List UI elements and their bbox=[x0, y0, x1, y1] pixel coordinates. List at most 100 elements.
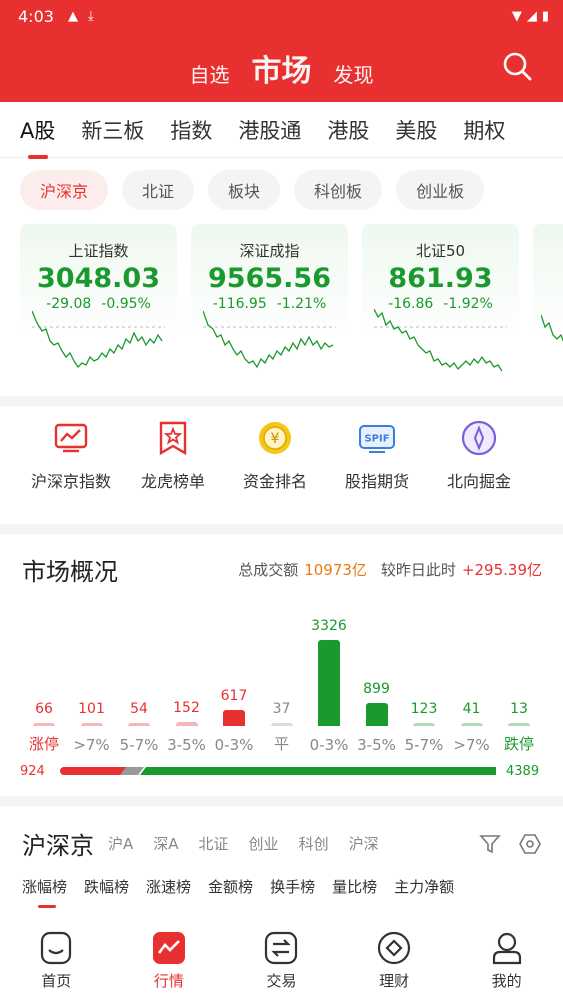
distribution-label: 5-7% bbox=[119, 736, 159, 754]
index-card-partial[interactable] bbox=[533, 224, 563, 387]
wifi-icon: ▼ bbox=[511, 8, 522, 24]
trade-icon bbox=[265, 931, 298, 965]
compare-label: 较昨日此时 bbox=[380, 561, 456, 579]
quick-link-label: 沪深京指数 bbox=[30, 472, 111, 491]
spif-icon: SPIF bbox=[359, 425, 395, 453]
list-tab-hs[interactable]: 沪深 bbox=[349, 833, 379, 854]
distribution-label: 跌停 bbox=[503, 735, 534, 753]
profile-icon bbox=[492, 932, 521, 965]
chip-hsj[interactable]: 沪深京 bbox=[20, 170, 109, 210]
chip-chinext[interactable]: 创业板 bbox=[396, 170, 485, 210]
nav-label: 行情 bbox=[153, 972, 184, 990]
tab-discover[interactable]: 发现 bbox=[334, 59, 374, 90]
chip-sector[interactable]: 板块 bbox=[208, 170, 281, 210]
quick-link-label: 北向掘金 bbox=[446, 472, 511, 491]
quick-links: 沪深京指数 龙虎榜单 ¥ 资金排名 SPIF 股指期货 北向掘金 bbox=[20, 420, 530, 492]
distribution-value: 899 bbox=[363, 681, 390, 697]
divider bbox=[0, 396, 563, 406]
app-header: 4:03 ▲ ⤓ ▼ ◢ ▮ 自选 市场 发现 bbox=[0, 0, 563, 102]
down-count: 4389 bbox=[506, 763, 540, 779]
distribution-bar bbox=[460, 723, 483, 726]
nav-market[interactable]: 行情 bbox=[113, 920, 226, 1000]
index-card-bse50[interactable]: 北证50 861.93 -16.86 -1.92% bbox=[362, 224, 519, 387]
rank-tab-gainers[interactable]: 涨幅榜 bbox=[22, 876, 67, 908]
distribution-bar-group: 617 0-3% bbox=[214, 688, 254, 754]
distribution-value: 41 bbox=[462, 701, 481, 717]
distribution-value: 617 bbox=[220, 688, 248, 704]
tab-hk-connect[interactable]: 港股通 bbox=[238, 115, 301, 145]
rank-tab-volume-ratio[interactable]: 量比榜 bbox=[332, 876, 377, 897]
chip-star[interactable]: 科创板 bbox=[294, 170, 383, 210]
sparkline bbox=[541, 314, 563, 342]
index-name: 深证成指 bbox=[239, 242, 300, 260]
up-count: 924 bbox=[20, 763, 45, 779]
nav-wealth[interactable]: 理财 bbox=[338, 920, 451, 1000]
tab-a-share[interactable]: A股 bbox=[20, 115, 55, 159]
distribution-bar bbox=[175, 722, 198, 726]
nav-home[interactable]: 首页 bbox=[0, 920, 113, 1000]
nav-label: 我的 bbox=[491, 972, 522, 990]
tab-watchlist[interactable]: 自选 bbox=[190, 59, 230, 90]
download-icon: ⤓ bbox=[87, 8, 94, 24]
market-icon bbox=[152, 932, 185, 964]
tab-neeq[interactable]: 新三板 bbox=[81, 115, 144, 145]
distribution-bar bbox=[413, 723, 435, 726]
quick-link-northbound[interactable]: 北向掘金 bbox=[428, 420, 530, 492]
quick-link-futures[interactable]: SPIF 股指期货 bbox=[326, 420, 428, 492]
index-card-sz[interactable]: 深证成指 9565.56 -116.95 -1.21% bbox=[191, 224, 348, 387]
chip-bse[interactable]: 北证 bbox=[122, 170, 195, 210]
rank-tab-turnover[interactable]: 换手榜 bbox=[270, 876, 315, 897]
distribution-label: 涨停 bbox=[28, 735, 59, 753]
divider bbox=[0, 524, 563, 534]
rank-tab-amount[interactable]: 金额榜 bbox=[208, 876, 253, 897]
distribution-bar-group: 152 3-5% bbox=[167, 700, 207, 754]
compare-value: +295.39亿 bbox=[461, 561, 542, 579]
distribution-bar bbox=[318, 640, 340, 726]
quick-link-index[interactable]: 沪深京指数 bbox=[20, 420, 122, 492]
notification-icon: ▲ bbox=[67, 8, 78, 24]
quick-link-fund-ranking[interactable]: ¥ 资金排名 bbox=[224, 420, 326, 492]
svg-text:SPIF: SPIF bbox=[364, 434, 389, 445]
nav-label: 首页 bbox=[41, 972, 72, 990]
badge-star-icon bbox=[159, 421, 187, 456]
rank-tab-losers[interactable]: 跌幅榜 bbox=[84, 876, 129, 897]
tab-index[interactable]: 指数 bbox=[170, 115, 212, 145]
distribution-chart: 66 涨停 101 >7% 54 5-7% 152 3-5% 617 0-3% 37 平 3326 0-3… bbox=[20, 600, 540, 760]
rank-tab-speed[interactable]: 涨速榜 bbox=[146, 876, 191, 897]
distribution-label: 5-7% bbox=[404, 736, 444, 754]
quick-link-dragon-tiger[interactable]: 龙虎榜单 bbox=[122, 420, 224, 492]
distribution-bar-group: 3326 0-3% bbox=[309, 618, 349, 754]
distribution-bar bbox=[365, 703, 388, 726]
compass-icon bbox=[461, 420, 497, 456]
filter-icon[interactable] bbox=[478, 832, 502, 856]
list-tab-sha[interactable]: 沪A bbox=[108, 833, 133, 854]
tab-market[interactable]: 市场 bbox=[252, 46, 312, 90]
chart-icon bbox=[54, 423, 88, 453]
nav-label: 交易 bbox=[266, 972, 297, 990]
ratio-bar bbox=[60, 767, 496, 775]
quick-link-label: 资金排名 bbox=[242, 472, 307, 491]
search-icon[interactable] bbox=[501, 50, 533, 82]
index-name: 上证指数 bbox=[68, 242, 129, 260]
nav-trade[interactable]: 交易 bbox=[225, 920, 338, 1000]
list-tab-bse[interactable]: 北证 bbox=[199, 833, 229, 854]
divider bbox=[0, 796, 563, 806]
tab-hk[interactable]: 港股 bbox=[327, 115, 369, 145]
overview-title: 市场概况 bbox=[22, 558, 118, 586]
rank-tab-main-net[interactable]: 主力净额 bbox=[394, 876, 454, 897]
tab-options[interactable]: 期权 bbox=[463, 115, 505, 145]
list-tab-sza[interactable]: 深A bbox=[153, 833, 178, 854]
bottom-nav: 首页 行情 交易 理财 我的 bbox=[0, 920, 563, 1000]
settings-hex-icon[interactable] bbox=[518, 832, 542, 856]
list-tab-star[interactable]: 科创 bbox=[299, 833, 329, 854]
turnover-value: 10973亿 bbox=[304, 561, 367, 579]
index-name: 北证50 bbox=[415, 242, 466, 260]
up-down-ratio: 924 4389 bbox=[20, 762, 543, 780]
nav-profile[interactable]: 我的 bbox=[450, 920, 563, 1000]
distribution-value: 152 bbox=[173, 700, 200, 716]
yuan-coin-icon: ¥ bbox=[259, 422, 291, 454]
index-card-sh[interactable]: 上证指数 3048.03 -29.08 -0.95% bbox=[20, 224, 177, 387]
list-tab-chinext[interactable]: 创业 bbox=[249, 833, 279, 854]
distribution-value: 66 bbox=[35, 701, 53, 717]
tab-us[interactable]: 美股 bbox=[395, 115, 437, 145]
